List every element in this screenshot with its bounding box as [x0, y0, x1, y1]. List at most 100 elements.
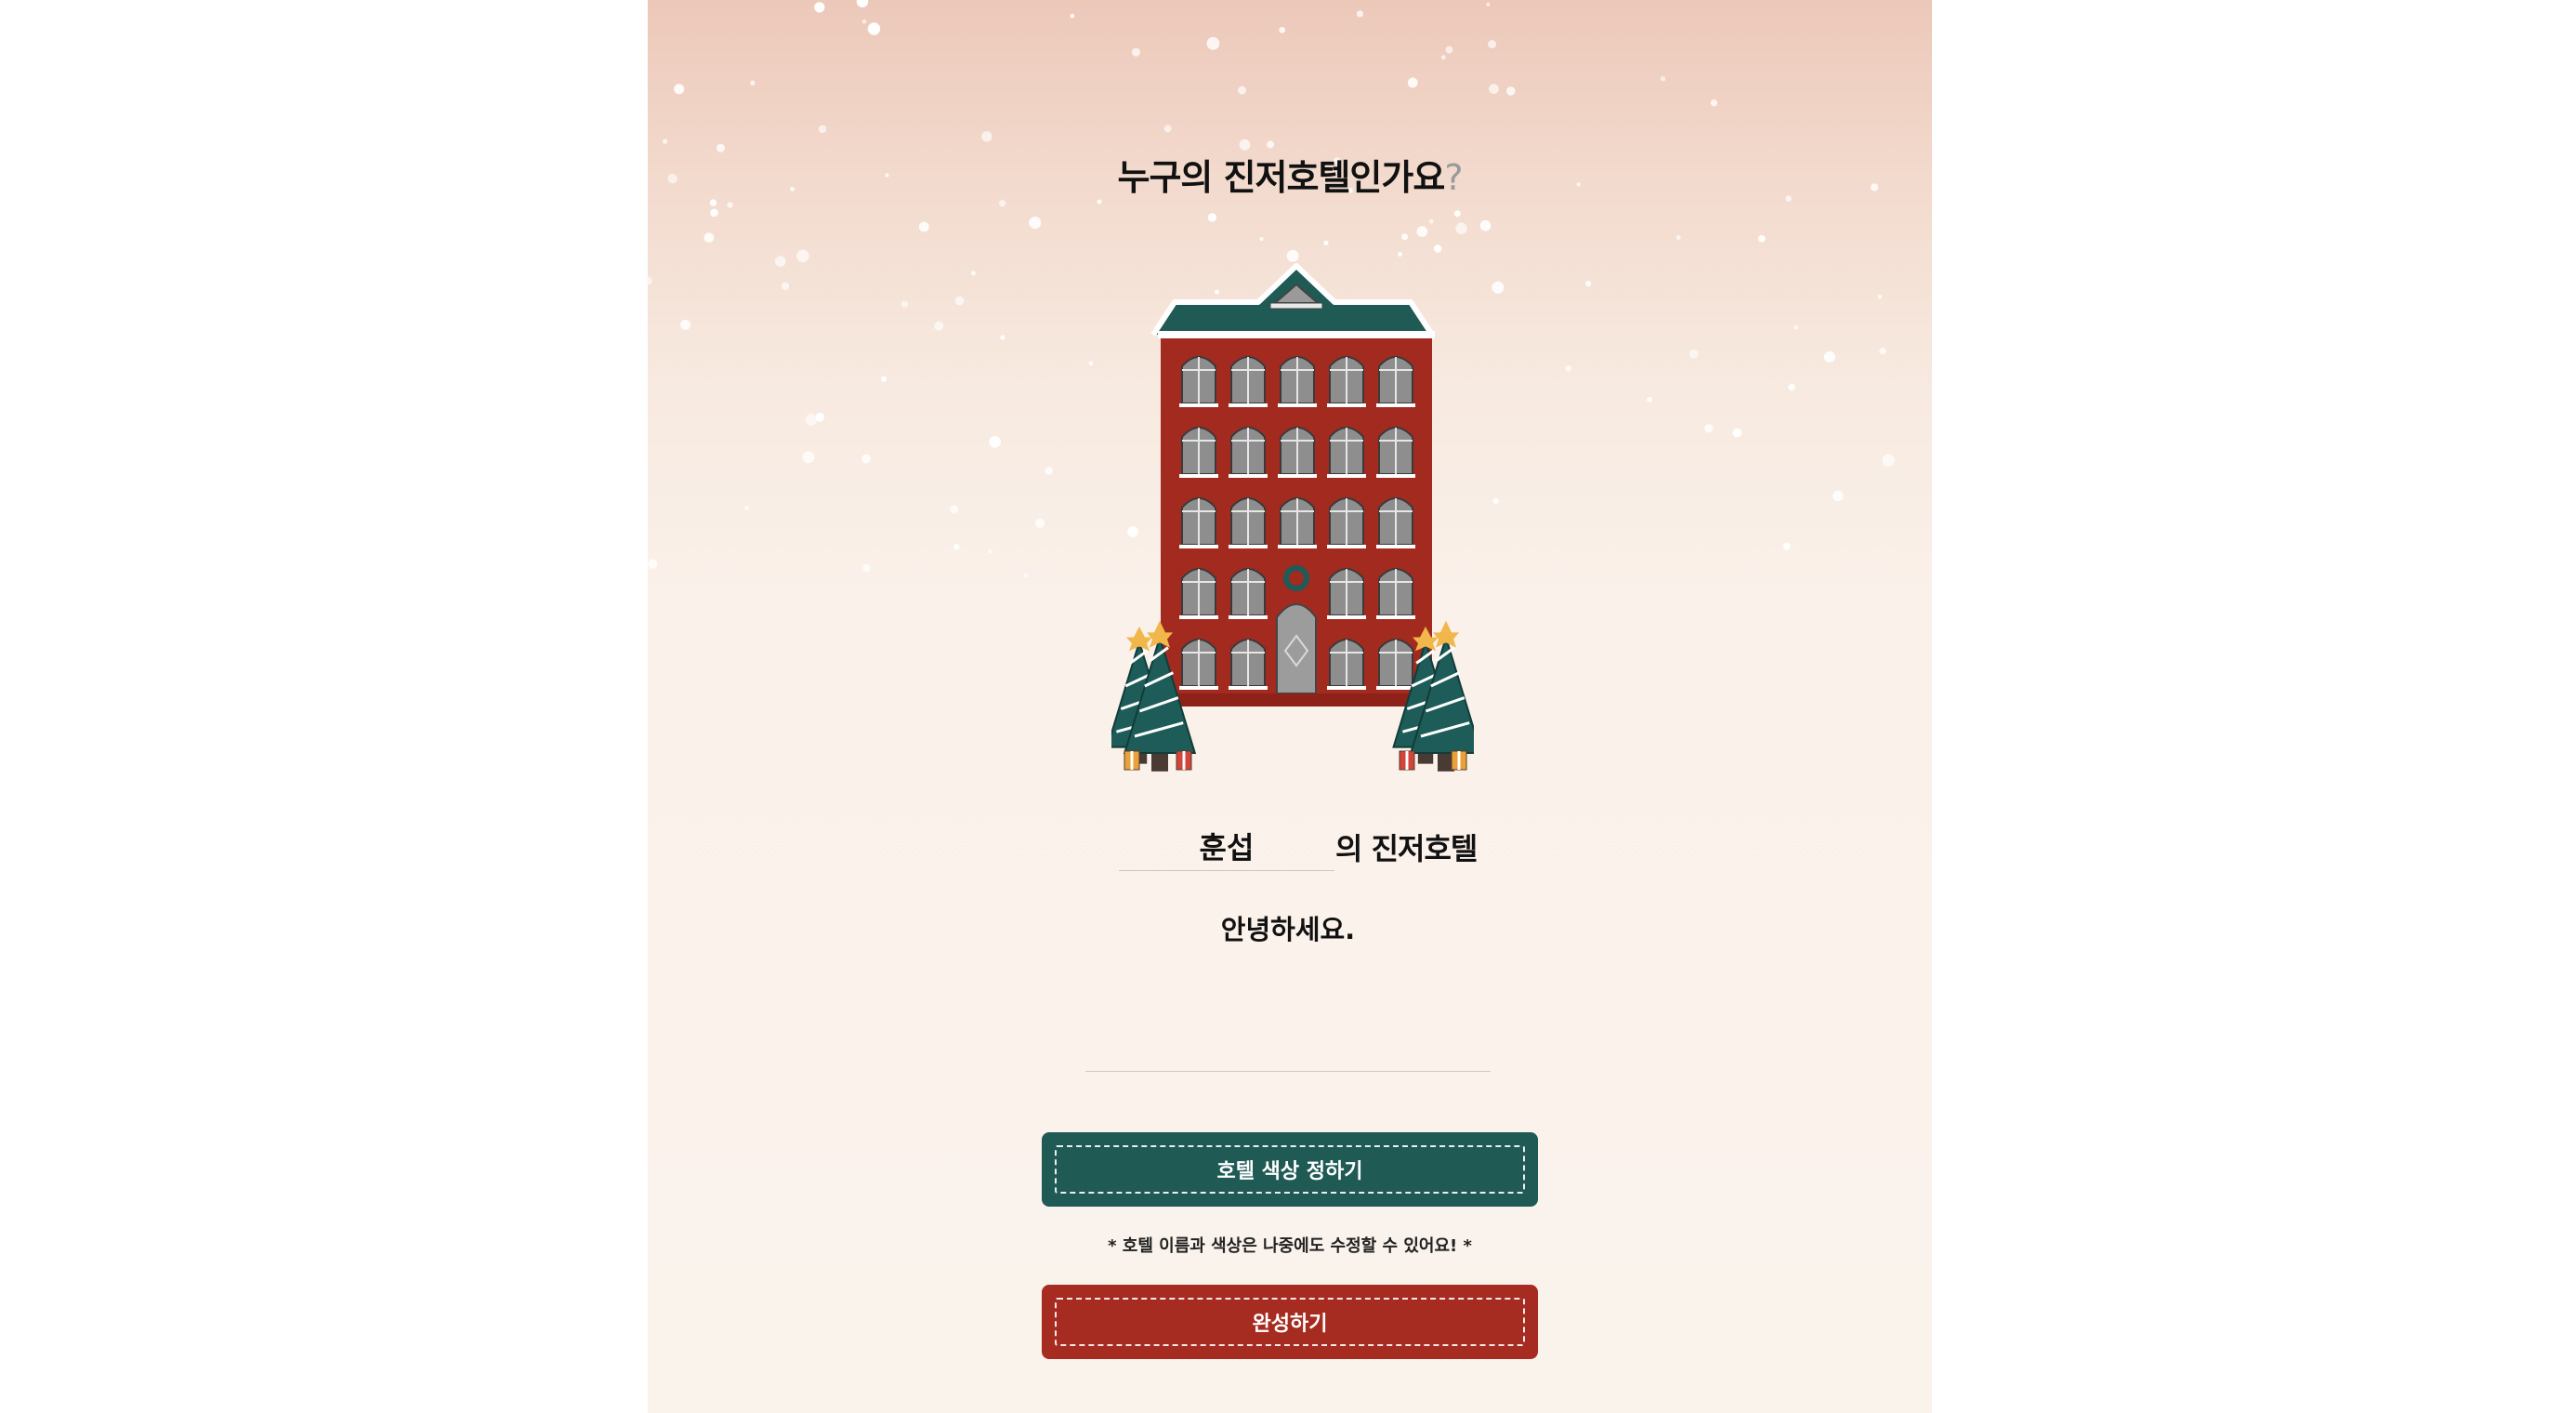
- gift-box-icon: [1451, 750, 1467, 771]
- snowflake: [1023, 574, 1028, 578]
- snowflake: [815, 412, 825, 422]
- snowflake: [1131, 47, 1140, 57]
- complete-button[interactable]: 완성하기: [1042, 1285, 1538, 1359]
- snowflake: [1882, 454, 1895, 467]
- gift-box-icon: [1176, 750, 1192, 771]
- snowflake: [880, 376, 887, 382]
- snowflake: [1207, 213, 1217, 222]
- snowflake: [1267, 140, 1274, 149]
- snowflake: [1689, 350, 1699, 359]
- edit-notice: * 호텔 이름과 색상은 나중에도 수정할 수 있어요! *: [1108, 1236, 1472, 1256]
- window-sill: [1376, 474, 1415, 478]
- snowflake: [950, 505, 959, 514]
- snowflake: [648, 559, 658, 569]
- snowflake: [1323, 240, 1329, 245]
- window-sill: [1179, 403, 1218, 407]
- snowflake: [674, 84, 685, 95]
- window-sill: [1179, 615, 1218, 619]
- snowflake: [953, 544, 960, 550]
- snowflake: [901, 300, 909, 308]
- snowflake: [814, 2, 825, 13]
- snowflake: [727, 202, 733, 208]
- hotel-building-icon: [1111, 263, 1474, 772]
- window-sill: [1376, 545, 1415, 548]
- snowflake: [1676, 235, 1681, 240]
- hotel-base: [1161, 693, 1432, 706]
- snowflake: [1660, 75, 1666, 82]
- snowflake: [954, 296, 965, 306]
- window-sill: [1327, 615, 1366, 619]
- snowflake: [1788, 383, 1795, 391]
- snowflake: [709, 199, 717, 206]
- snowflake: [1259, 237, 1264, 242]
- attic-sill: [1269, 302, 1323, 310]
- snowflake: [988, 549, 992, 553]
- window-sill: [1327, 474, 1366, 478]
- snowflake: [1455, 222, 1467, 234]
- gift-box-icon: [1399, 750, 1415, 771]
- snowflake: [1163, 125, 1172, 133]
- snowflake: [1088, 361, 1094, 366]
- window-sill: [1278, 403, 1317, 407]
- snowflake: [802, 451, 815, 464]
- snowflake: [1398, 252, 1402, 257]
- window-sill: [1327, 686, 1366, 690]
- question-mark: ?: [1444, 157, 1463, 198]
- gift-box-icon: [1124, 750, 1140, 771]
- window-sill: [1376, 686, 1415, 690]
- snowflake: [781, 282, 790, 290]
- snowflake: [1732, 428, 1742, 438]
- window-sill: [1229, 403, 1268, 407]
- snowflake: [1035, 518, 1045, 528]
- snowflake: [1704, 424, 1714, 433]
- window-sill: [1179, 686, 1218, 690]
- snowflake: [680, 320, 691, 330]
- window-sill: [1376, 615, 1415, 619]
- window-sill: [1229, 474, 1268, 478]
- snowflake: [970, 271, 976, 276]
- snowflake: [1279, 26, 1286, 33]
- roof-snow-edge: [1158, 331, 1435, 338]
- window-sill: [1327, 545, 1366, 548]
- hotel-name-input[interactable]: [1119, 822, 1334, 871]
- snowflake: [1000, 335, 1005, 340]
- snowflake: [818, 125, 827, 134]
- complete-label: 완성하기: [1055, 1298, 1525, 1346]
- snowflake: [1794, 325, 1799, 330]
- choose-color-label: 호텔 색상 정하기: [1055, 1145, 1525, 1194]
- snowflake: [1097, 199, 1102, 205]
- window-sill: [1327, 403, 1366, 407]
- tree-trunk: [1151, 753, 1168, 772]
- page-title-text: 누구의 진저호텔인가요: [1117, 157, 1445, 198]
- snowflake: [1433, 244, 1442, 253]
- choose-color-button[interactable]: 호텔 색상 정하기: [1042, 1132, 1538, 1207]
- snowflake: [1505, 86, 1516, 96]
- snowflake: [999, 200, 1006, 207]
- greeting-message-input[interactable]: [1085, 904, 1491, 1072]
- snowflake: [934, 321, 944, 331]
- snowflake: [1823, 350, 1835, 363]
- snowflake: [1029, 217, 1042, 229]
- snowflake: [1486, 2, 1491, 7]
- snowflake: [867, 22, 881, 35]
- snowflake: [648, 276, 652, 285]
- app-screen: 누구의 진저호텔인가요? 의 진저호텔 호텔 색상 정하기 * 호텔 이름과 색…: [648, 0, 1932, 1413]
- snowflake: [1445, 46, 1453, 54]
- snowflake: [861, 454, 871, 464]
- snowflake: [1206, 36, 1220, 50]
- snowflake: [918, 221, 929, 232]
- window-sill: [1278, 545, 1317, 548]
- snowflake: [750, 80, 756, 86]
- snowflake: [1428, 218, 1434, 224]
- snowflake: [1070, 13, 1075, 19]
- snowflake: [710, 208, 718, 218]
- snowflake: [1401, 233, 1408, 241]
- snowflake: [1782, 542, 1791, 550]
- snowflake: [663, 139, 668, 144]
- snowflake: [1489, 84, 1499, 94]
- snowflake: [981, 131, 992, 142]
- snowflake: [989, 436, 1001, 448]
- snowflake: [1416, 226, 1428, 237]
- page-title: 누구의 진저호텔인가요?: [648, 149, 1932, 200]
- snowflake: [1488, 40, 1497, 48]
